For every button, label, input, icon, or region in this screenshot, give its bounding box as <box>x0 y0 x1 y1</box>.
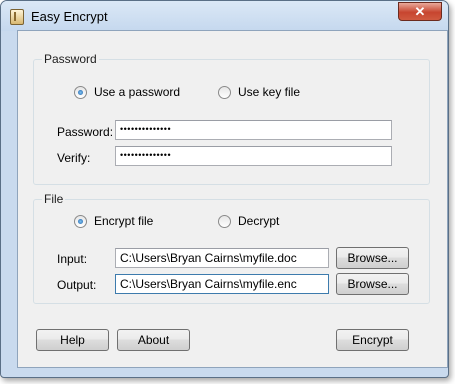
verify-field[interactable]: •••••••••••••• <box>115 146 392 166</box>
output-label: Output: <box>57 278 97 292</box>
radio-unselected-icon <box>218 214 231 228</box>
input-path-field[interactable]: C:\Users\Bryan Cairns\myfile.doc <box>115 248 329 268</box>
password-label: Password: <box>57 125 114 139</box>
decrypt-radio[interactable]: Decrypt <box>218 214 279 228</box>
output-path-field[interactable]: C:\Users\Bryan Cairns\myfile.enc <box>115 274 329 294</box>
browse-input-button[interactable]: Browse... <box>336 247 409 269</box>
about-button[interactable]: About <box>117 329 190 351</box>
radio-unselected-icon <box>218 85 231 99</box>
use-password-label: Use a password <box>94 85 181 99</box>
password-field[interactable]: •••••••••••••• <box>115 120 392 140</box>
encrypt-button[interactable]: Encrypt <box>336 329 409 351</box>
encrypt-file-label: Encrypt file <box>94 214 154 228</box>
file-group-title: File <box>42 192 66 206</box>
radio-selected-icon <box>74 214 87 228</box>
use-keyfile-radio[interactable]: Use key file <box>218 85 300 99</box>
use-password-radio[interactable]: Use a password <box>74 85 180 99</box>
use-keyfile-label: Use key file <box>238 85 301 99</box>
decrypt-label: Decrypt <box>238 214 280 228</box>
radio-selected-icon <box>74 85 87 99</box>
app-icon <box>10 9 24 25</box>
help-button[interactable]: Help <box>36 329 109 351</box>
close-button[interactable]: ✕ <box>398 2 442 21</box>
browse-output-button[interactable]: Browse... <box>336 273 409 295</box>
title-bar[interactable]: Easy Encrypt ✕ <box>1 1 448 31</box>
password-group-title: Password <box>42 52 99 66</box>
window-title: Easy Encrypt <box>31 9 108 24</box>
encrypt-file-radio[interactable]: Encrypt file <box>74 214 153 228</box>
verify-label: Verify: <box>57 151 91 165</box>
input-label: Input: <box>57 252 88 266</box>
